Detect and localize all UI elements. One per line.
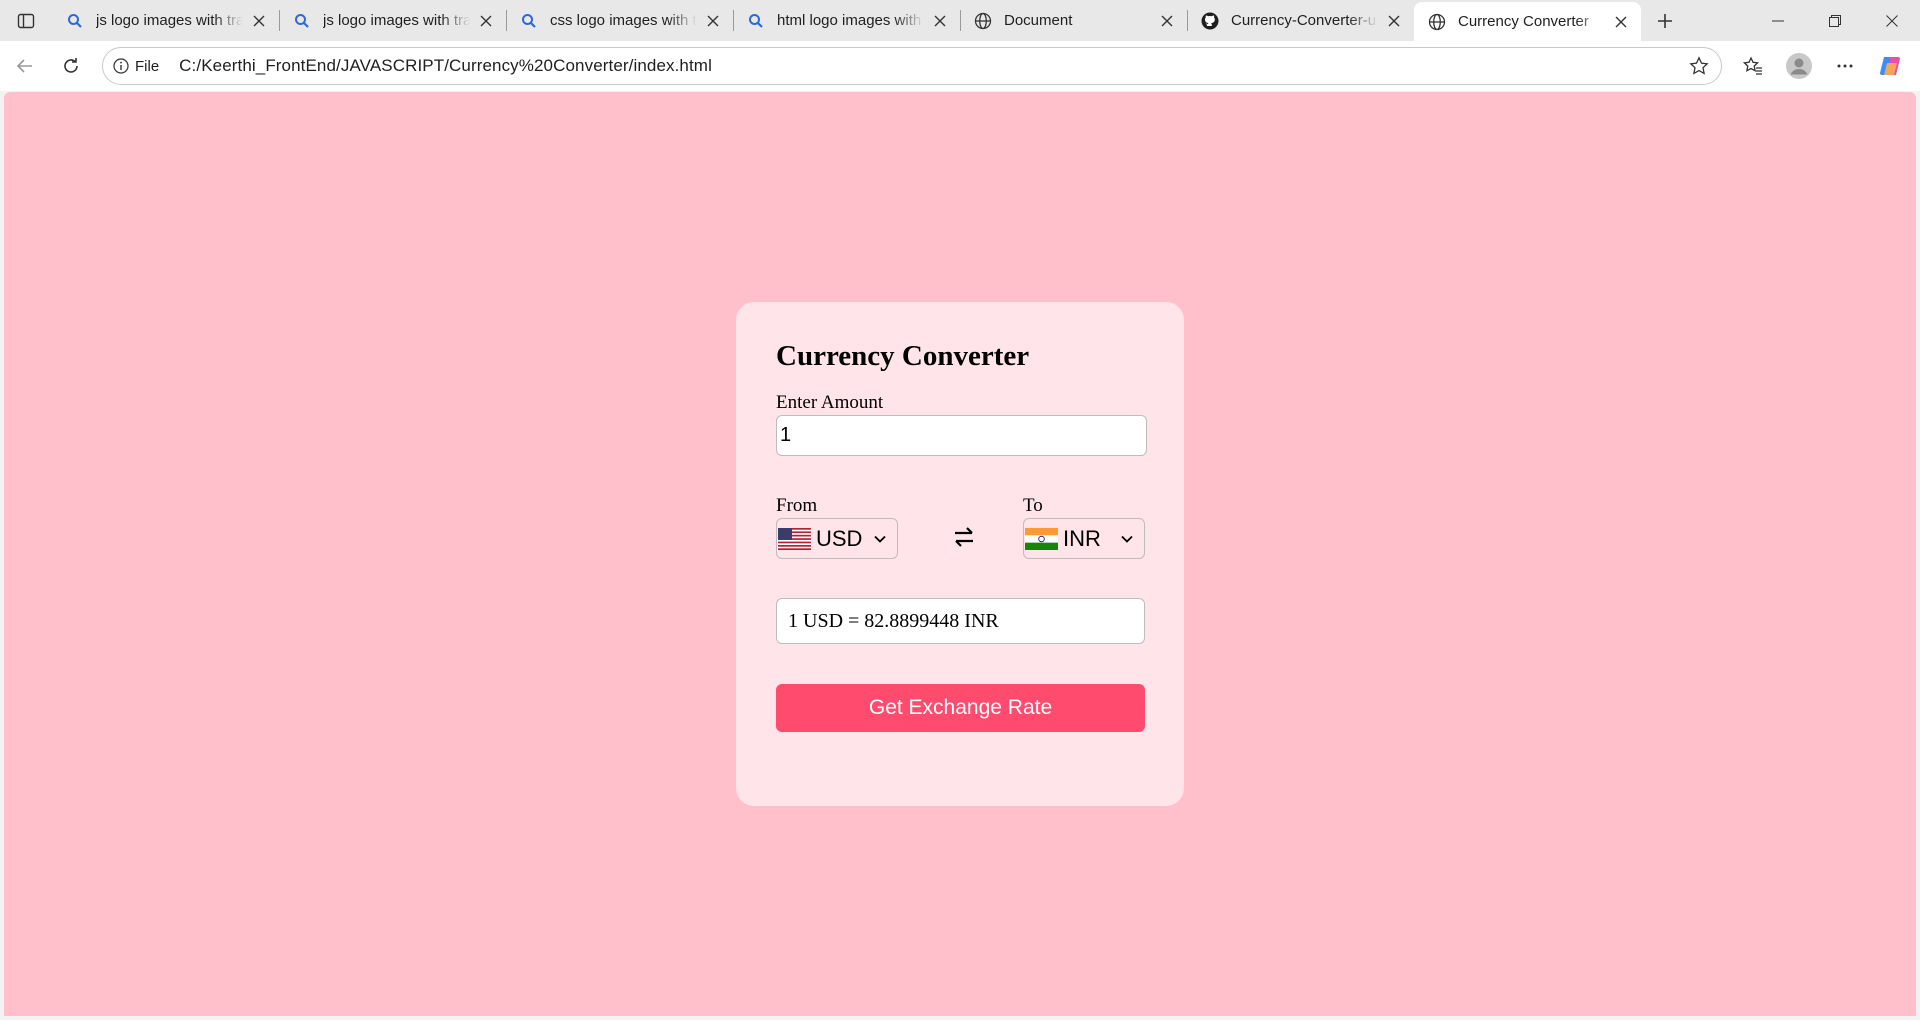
amount-input[interactable]: 1 — [776, 415, 1147, 456]
page-title: Currency Converter — [776, 340, 1030, 372]
close-tab-icon[interactable] — [703, 11, 723, 31]
tab-4[interactable]: Document — [960, 0, 1187, 41]
new-tab-button[interactable] — [1641, 0, 1689, 41]
currency-selectors: From USD To INR — [776, 496, 1145, 559]
settings-more-button[interactable] — [1822, 46, 1868, 86]
swap-icon[interactable] — [949, 522, 979, 552]
close-window-button[interactable] — [1863, 0, 1920, 41]
close-tab-icon[interactable] — [1157, 11, 1177, 31]
refresh-button[interactable] — [48, 46, 94, 86]
tab-0[interactable]: js logo images with tra — [52, 0, 279, 41]
site-info-label: File — [135, 57, 160, 75]
tab-title: Currency Converter — [1458, 13, 1589, 30]
back-arrow-icon — [16, 59, 32, 73]
more-icon — [1837, 64, 1853, 68]
sidebar-icon — [17, 13, 35, 28]
tab-title: html logo images with — [777, 12, 922, 29]
from-currency-select[interactable]: USD — [776, 518, 898, 559]
back-button[interactable] — [2, 46, 48, 86]
favorites-button[interactable] — [1730, 46, 1776, 86]
close-tab-icon[interactable] — [930, 11, 950, 31]
search-icon — [293, 12, 311, 30]
to-currency-select[interactable]: INR — [1023, 518, 1145, 559]
minimize-button[interactable] — [1749, 0, 1806, 41]
amount-value: 1 — [780, 424, 792, 446]
from-currency-code: USD — [816, 525, 863, 551]
exchange-rate-result: 1 USD = 82.8899448 INR — [776, 598, 1145, 644]
refresh-icon — [64, 58, 78, 73]
restore-icon — [1828, 14, 1841, 27]
globe-icon — [1428, 13, 1446, 31]
plus-icon — [1658, 13, 1672, 28]
minimize-icon — [1771, 20, 1784, 21]
amount-label: Enter Amount — [776, 392, 884, 413]
tab-2[interactable]: css logo images with t — [506, 0, 733, 41]
close-tab-icon[interactable] — [476, 11, 496, 31]
address-bar[interactable]: File C:/Keerthi_FrontEnd/JAVASCRIPT/Curr… — [102, 47, 1722, 85]
toolbar-actions — [1730, 46, 1914, 86]
tab-1[interactable]: js logo images with tra — [279, 0, 506, 41]
tab-strip: js logo images with tra js logo images w… — [0, 0, 1920, 41]
github-icon — [1201, 12, 1219, 30]
tab-title: Currency-Converter-u — [1231, 12, 1377, 29]
chevron-down-icon — [869, 535, 891, 543]
search-icon — [66, 12, 84, 30]
search-icon — [747, 12, 765, 30]
tab-actions-button[interactable] — [0, 0, 52, 41]
profile-button[interactable] — [1776, 46, 1822, 86]
get-exchange-rate-label: Get Exchange Rate — [868, 696, 1053, 719]
tab-3[interactable]: html logo images with — [733, 0, 960, 41]
globe-icon — [974, 12, 992, 30]
close-icon — [1885, 14, 1898, 27]
exchange-rate-text: 1 USD = 82.8899448 INR — [788, 609, 999, 632]
window-controls — [1749, 0, 1920, 41]
favorites-icon — [1743, 56, 1762, 75]
chevron-down-icon — [1116, 535, 1138, 543]
tab-5[interactable]: Currency-Converter-u — [1187, 0, 1414, 41]
tab-6-active[interactable]: Currency Converter — [1414, 2, 1641, 41]
search-icon — [520, 12, 538, 30]
info-icon — [113, 58, 129, 74]
us-flag-icon — [778, 527, 811, 550]
tab-title: js logo images with tra — [96, 12, 243, 29]
converter-card: Currency Converter Enter Amount 1 From U… — [736, 302, 1184, 806]
from-container: From USD — [776, 496, 898, 559]
close-tab-icon[interactable] — [249, 11, 269, 31]
browser-toolbar: File C:/Keerthi_FrontEnd/JAVASCRIPT/Curr… — [0, 41, 1920, 91]
copilot-icon — [1880, 57, 1900, 75]
from-label: From — [776, 495, 818, 516]
close-tab-icon[interactable] — [1384, 11, 1404, 31]
copilot-button[interactable] — [1868, 46, 1914, 86]
to-container: To INR — [1023, 496, 1145, 559]
page-viewport: Currency Converter Enter Amount 1 From U… — [4, 92, 1916, 1016]
url-text[interactable]: C:/Keerthi_FrontEnd/JAVASCRIPT/Currency%… — [179, 56, 712, 76]
site-info-button[interactable]: File — [113, 58, 159, 75]
avatar-icon — [1786, 53, 1812, 79]
restore-button[interactable] — [1806, 0, 1863, 41]
tab-title: Document — [1004, 12, 1073, 29]
tab-title: js logo images with tra — [323, 12, 470, 29]
close-tab-icon[interactable] — [1611, 12, 1631, 32]
to-currency-code: INR — [1063, 525, 1101, 551]
favorite-star-icon[interactable] — [1689, 56, 1709, 81]
india-flag-icon — [1025, 527, 1058, 550]
to-label: To — [1023, 495, 1043, 516]
get-exchange-rate-button[interactable]: Get Exchange Rate — [776, 684, 1145, 732]
tab-title: css logo images with t — [550, 12, 697, 29]
